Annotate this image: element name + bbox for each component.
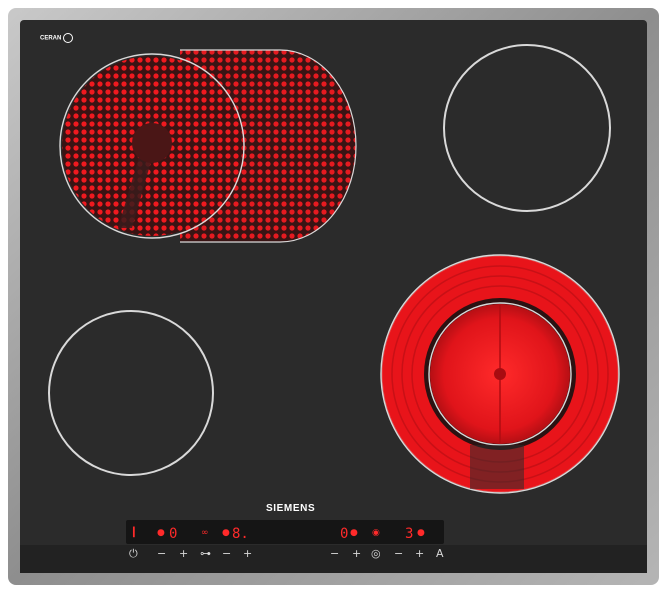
zone-2-indicator: ● — [157, 528, 165, 538]
plus-button-3[interactable]: + — [352, 548, 361, 560]
minus-button-1[interactable]: − — [157, 548, 166, 560]
timer-icon[interactable]: ◎ — [371, 548, 381, 560]
minus-button-4[interactable]: − — [394, 548, 403, 560]
ceran-logo: CERAN — [40, 33, 74, 43]
cooking-zone-extended-left[interactable] — [59, 49, 357, 243]
zone-display-2: 8. — [232, 526, 249, 542]
terminal-gap — [470, 445, 524, 489]
cooking-zone-dual-right[interactable] — [380, 254, 620, 494]
minus-button-3[interactable]: − — [330, 548, 339, 560]
minus-button-2[interactable]: − — [222, 548, 231, 560]
coil-centre — [494, 368, 506, 380]
ceramic-hob — [8, 8, 659, 585]
zone-display-4: 3 — [405, 526, 414, 542]
zone-1-indicator: ▎ — [133, 528, 140, 538]
timer-label[interactable]: A — [436, 548, 444, 560]
timer-indicator: ◉ — [372, 528, 380, 538]
plus-button-1[interactable]: + — [179, 548, 188, 560]
dual-zone-icon[interactable]: ⊶ — [200, 548, 211, 560]
plus-button-2[interactable]: + — [243, 548, 252, 560]
power-icon[interactable]: ⏻ — [129, 548, 138, 560]
dual-zone-indicator: ∞ — [201, 528, 209, 538]
zone-display-3: 0 — [340, 526, 349, 542]
zone-display-1: 0 — [169, 526, 178, 542]
zone-4-indicator: ● — [350, 528, 358, 538]
coil-centre — [132, 123, 172, 163]
brand-logo: SIEMENS — [266, 503, 316, 514]
plus-button-4[interactable]: + — [415, 548, 424, 560]
zone-3-indicator: ● — [222, 528, 230, 538]
zone-5-indicator: ● — [417, 528, 425, 538]
